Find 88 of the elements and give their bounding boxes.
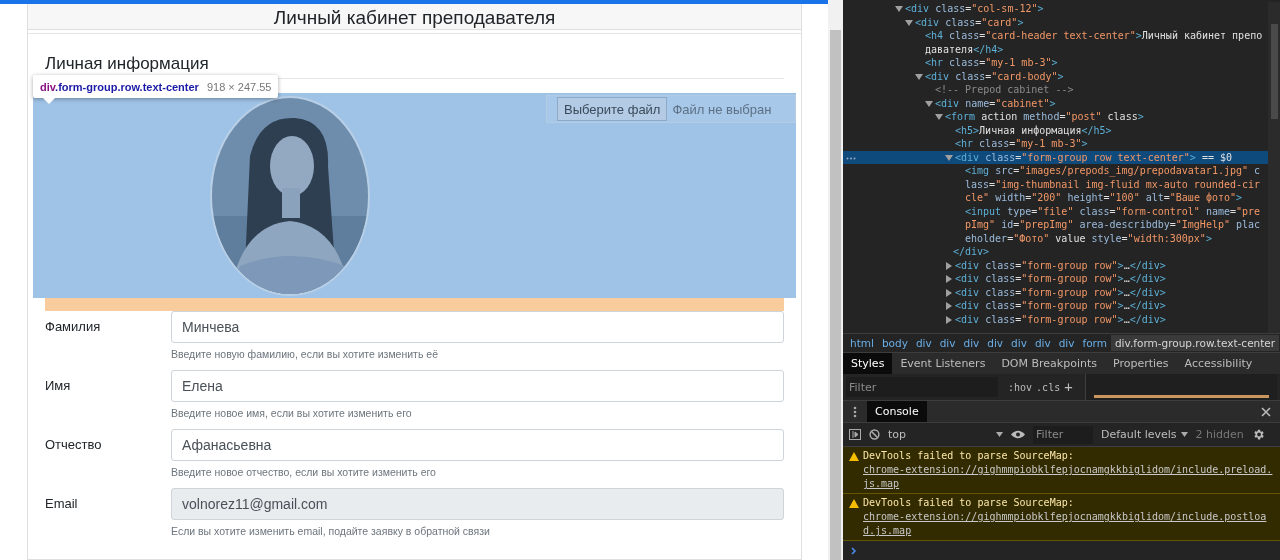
drawer-tab[interactable]: Console	[867, 401, 927, 422]
panel-tab[interactable]: Properties	[1105, 353, 1177, 374]
file-input[interactable]: Выберите файл Файл не выбран	[546, 95, 796, 123]
source-link[interactable]: chrome-extension://gighmmpiobklfepjocnamgkkbiglidom/include.preload.js.map	[863, 463, 1276, 491]
dom-node-row[interactable]: <div class="card-body">	[843, 69, 1268, 83]
breadcrumb[interactable]: html	[846, 335, 878, 351]
dom-node-row[interactable]: <!-- Prepod cabinet -->	[843, 83, 1268, 97]
dom-node-row[interactable]: <div class="form-group row">…</div>	[843, 285, 1268, 299]
field-hint: Введите новую фамилию, если вы хотите изменить её	[171, 348, 439, 360]
caret-icon[interactable]	[935, 113, 943, 121]
field-label: Фамилия	[45, 318, 102, 336]
breadcrumb[interactable]: div	[983, 335, 1008, 351]
card-title: Личный кабинет преподавателя	[273, 7, 556, 29]
field-label: Отчество	[45, 436, 103, 454]
choose-file-button[interactable]: Выберите файл	[557, 97, 668, 121]
close-icon[interactable]	[1261, 406, 1271, 417]
filter-field[interactable]: Filter	[846, 377, 998, 397]
message-text: DevTools failed to parse SourceMap: chrome-extension://gighmmpiobklfepjocnamgkkbiglidom/include.preload.js.map	[863, 449, 1276, 491]
selector-text: div.form-group.row.text-center	[40, 80, 199, 93]
breadcrumb[interactable]: div	[1054, 335, 1079, 351]
breadcrumb[interactable]: div	[1030, 335, 1055, 351]
breadcrumb[interactable]: div	[1007, 335, 1031, 351]
sidebar-icon[interactable]	[849, 429, 861, 440]
panel-tab[interactable]: DOM Breakpoints	[993, 353, 1105, 374]
hidden-count: 2 hidden	[1195, 428, 1244, 441]
message-text: DevTools failed to parse SourceMap: chrome-extension://gighmmpiobklfepjocnamgkkbiglidom/include.postload.js.map	[863, 496, 1276, 538]
source-link[interactable]: chrome-extension://gighmmpiobklfepjocnamgkkbiglidom/include.postload.js.map	[863, 510, 1276, 538]
caret-icon[interactable]	[895, 5, 903, 13]
dom-closing-tag: </div>	[953, 245, 1268, 259]
dom-node-row[interactable]: <h4 class="card-header text-center">Личный кабинет преподавателя</h4>	[843, 29, 1268, 56]
section-heading: Личная информация	[45, 54, 210, 74]
scrollbar-thumb[interactable]	[830, 30, 841, 560]
dom-node-row[interactable]: <div class="form-group row">…</div>	[843, 272, 1268, 286]
dom-node-row[interactable]: <div name="cabinet">	[843, 96, 1268, 110]
panel-tab[interactable]: Styles	[843, 353, 893, 374]
file-status: Файл не выбран	[672, 101, 772, 117]
field-hint: Если вы хотите изменить email, подайте заявку в обратной связи	[171, 525, 491, 537]
console-filter-field[interactable]: Filter	[1033, 425, 1093, 444]
dom-node-row[interactable]: <form action method="post" class>	[843, 110, 1268, 124]
field-label: Email	[45, 495, 79, 513]
input-field[interactable]: Афанасьевна	[171, 429, 784, 461]
cls-toggle[interactable]: .cls	[1036, 381, 1061, 393]
dom-node-row[interactable]: <div class="form-group row">…</div>	[843, 299, 1268, 313]
field-hint: Введите новое отчество, если вы хотите изменить его	[171, 466, 437, 478]
dom-node-row[interactable]: <div class="form-group row">…</div>	[843, 258, 1268, 272]
dom-node-row[interactable]: <hr class="my-1 mb-3">	[843, 56, 1268, 70]
dom-node-row[interactable]: <div class="col-sm-12">	[843, 2, 1268, 16]
input-field[interactable]: Минчева	[171, 311, 784, 343]
breadcrumb[interactable]: div	[911, 335, 936, 351]
hov-toggle[interactable]: :hov	[1008, 381, 1033, 393]
ellipsis-icon[interactable]	[846, 156, 856, 160]
caret-icon[interactable]	[945, 275, 953, 283]
dropdown-caret-icon[interactable]	[996, 432, 1003, 437]
field-label: Имя	[45, 377, 72, 395]
dom-node-row[interactable]: <div class="form-group row text-center"> == $0	[843, 150, 1268, 164]
panel-tab[interactable]: Accessibility	[1176, 353, 1261, 374]
more-icon[interactable]	[853, 405, 857, 418]
add-rule-button[interactable]: +	[1064, 379, 1073, 395]
dropdown-caret-icon[interactable]	[1180, 432, 1188, 437]
breadcrumb[interactable]: form	[1078, 335, 1111, 351]
levels-dropdown[interactable]: Default levels	[1101, 428, 1188, 441]
caret-icon[interactable]	[905, 18, 913, 27]
caret-icon[interactable]	[945, 153, 953, 162]
breadcrumb[interactable]: div	[935, 335, 960, 351]
breadcrumb[interactable]: body	[877, 335, 912, 351]
dom-node-row[interactable]: <input type="file" class="form-control" name="prepImg" id="prepImg" area-describdby="ImgHelp" placeholder="Фото" value style="width:300px">	[843, 204, 1268, 245]
caret-icon[interactable]	[915, 72, 923, 81]
prompt-icon[interactable]	[851, 547, 857, 555]
breadcrumb[interactable]: div	[959, 335, 984, 351]
caret-icon[interactable]	[945, 302, 953, 310]
context-selector[interactable]: top	[888, 428, 1003, 441]
input-field[interactable]: Елена	[171, 370, 784, 402]
size-text: 918 × 247.55	[206, 80, 272, 93]
dom-node-row[interactable]: <hr class="my-1 mb-3">	[843, 137, 1268, 151]
dom-node-row[interactable]: <div class="form-group row">…</div>	[843, 312, 1268, 326]
eye-icon[interactable]	[1011, 430, 1025, 439]
caret-icon[interactable]	[925, 99, 933, 108]
dom-node-row[interactable]: <img src="images/prepods_img/prepodavatar1.jpg" class="img-thumbnail img-fluid mx-auto rounded-circle" width="200" height="100" alt="Ваше фото">	[843, 164, 1268, 205]
dom-node-row[interactable]: <div class="card">	[843, 15, 1268, 29]
clear-icon[interactable]	[869, 429, 880, 440]
caret-icon[interactable]	[945, 288, 953, 297]
breadcrumb[interactable]: div.form-group.row.text-center	[1110, 335, 1280, 351]
caret-icon[interactable]	[945, 315, 953, 324]
panel-tab[interactable]: Event Listeners	[892, 353, 994, 374]
caret-icon[interactable]	[945, 261, 953, 270]
scrollbar-thumb[interactable]	[1270, 24, 1278, 119]
dom-node-row[interactable]: <h5>Личная информация</h5>	[843, 123, 1268, 137]
field-hint: Введите новое имя, если вы хотите изменить его	[171, 407, 413, 419]
